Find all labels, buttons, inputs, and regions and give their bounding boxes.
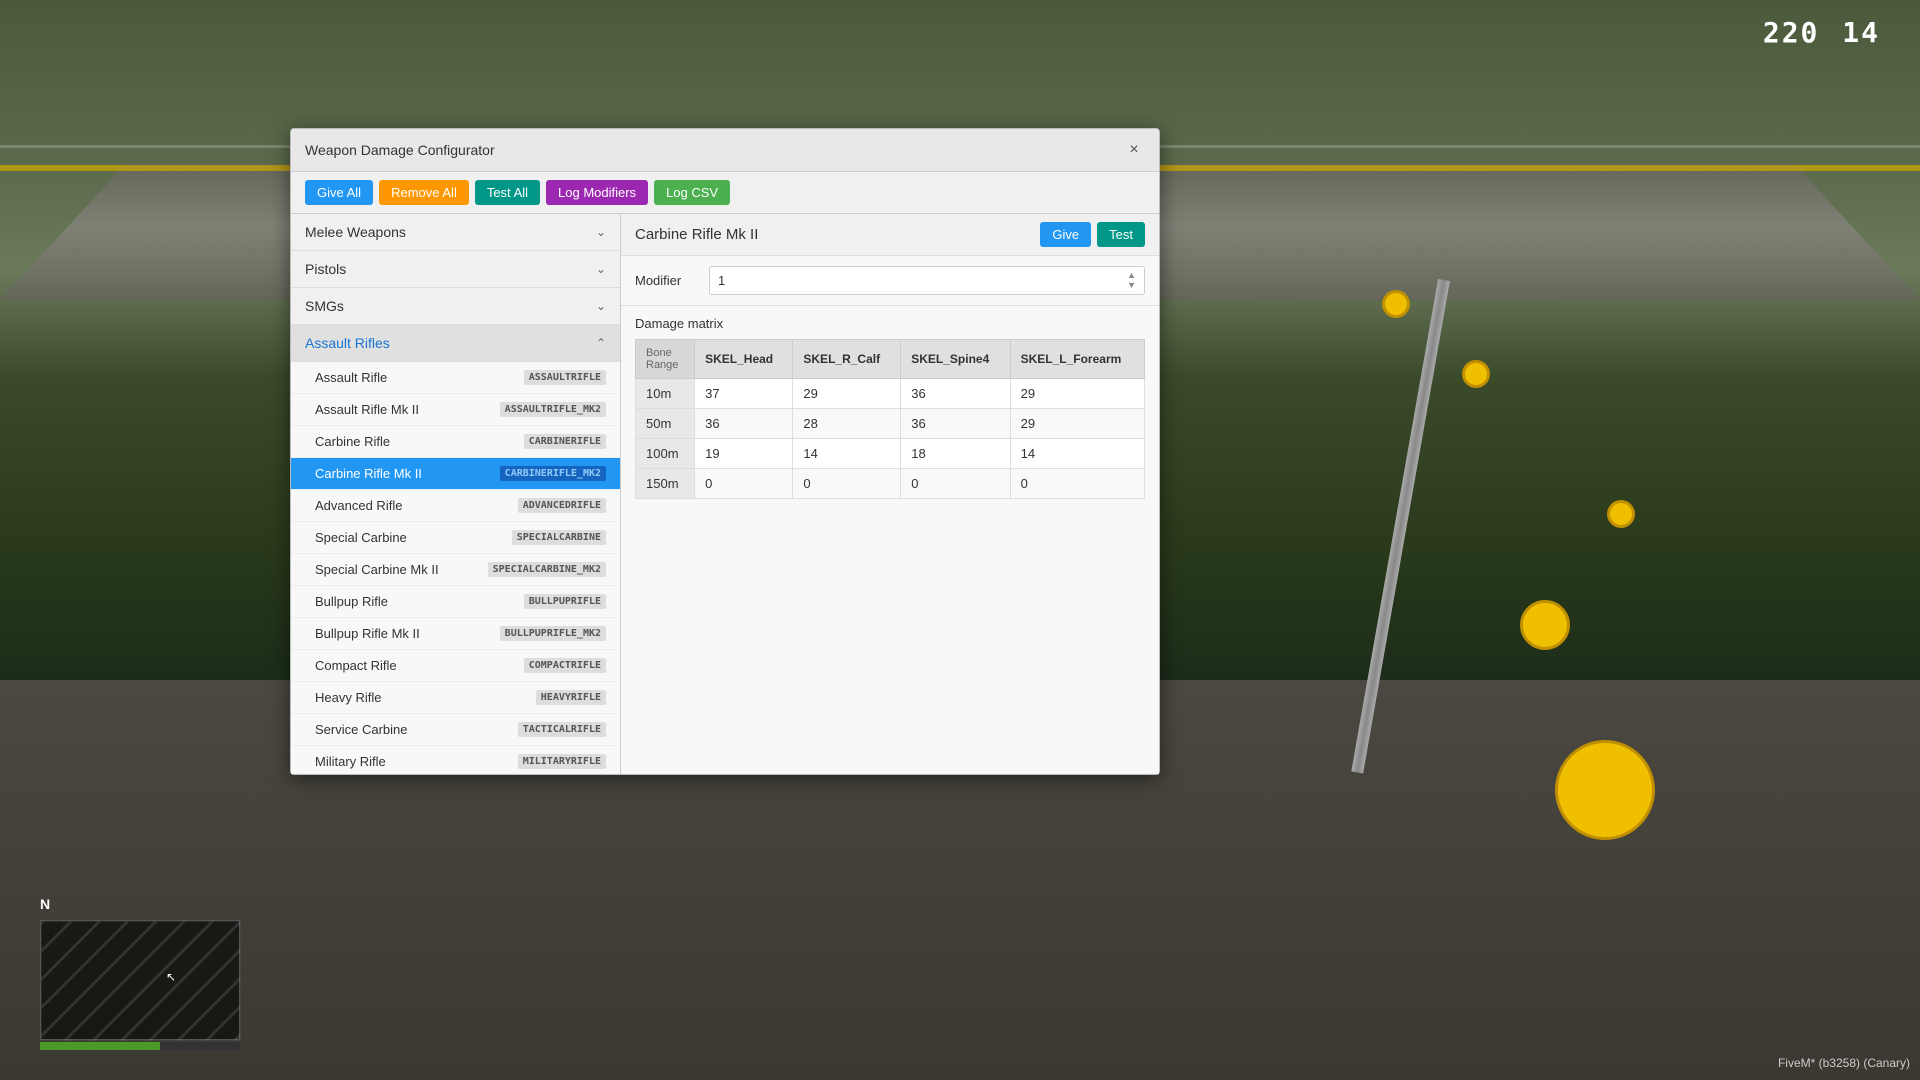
weapon-item-bullpup-rifle[interactable]: Bullpup Rifle BULLPUPRIFLE [291,586,620,618]
chevron-smgs-icon: ⌄ [596,299,606,313]
timer-value: 220 [1763,16,1820,49]
head-100m: 19 [695,439,793,469]
lforearm-100m: 14 [1010,439,1144,469]
decoration-dot-2 [1462,360,1490,388]
weapon-item-compact-rifle[interactable]: Compact Rifle COMPACTRIFLE [291,650,620,682]
rcalf-100m: 14 [793,439,901,469]
weapon-item-service-carbine[interactable]: Service Carbine TACTICALRIFLE [291,714,620,746]
spine4-150m: 0 [901,469,1010,499]
weapon-list: Melee Weapons ⌄ Pistols ⌄ SMGs ⌄ Assault… [291,214,621,774]
spine4-100m: 18 [901,439,1010,469]
damage-matrix-title: Damage matrix [635,316,1145,331]
weapon-item-heavy-rifle[interactable]: Heavy Rifle HEAVYRIFLE [291,682,620,714]
selected-weapon-name: Carbine Rifle Mk II [635,226,758,243]
minimap: ↖ [40,920,240,1040]
th-skel-r-calf: SKEL_R_Calf [793,340,901,379]
head-150m: 0 [695,469,793,499]
weapon-item-carbine-rifle-mk2[interactable]: Carbine Rifle Mk II CARBINERIFLE_MK2 [291,458,620,490]
damage-matrix-table: Bone Range SKEL_Head SKEL_R_Calf SKEL_Sp… [635,339,1145,499]
test-all-button[interactable]: Test All [475,180,540,205]
weapon-detail-panel: Carbine Rifle Mk II Give Test Modifier 1… [621,214,1159,774]
rcalf-10m: 29 [793,379,901,409]
chevron-pistols-icon: ⌄ [596,262,606,276]
lforearm-50m: 29 [1010,409,1144,439]
range-100m: 100m [636,439,695,469]
close-button[interactable]: × [1123,139,1145,161]
give-button[interactable]: Give [1040,222,1091,247]
modifier-up-icon[interactable]: ▲ [1127,271,1136,280]
spine4-50m: 36 [901,409,1010,439]
table-row: 100m 19 14 18 14 [636,439,1145,469]
th-skel-head: SKEL_Head [695,340,793,379]
weapon-item-special-carbine[interactable]: Special Carbine SPECIALCARBINE [291,522,620,554]
table-row: 50m 36 28 36 29 [636,409,1145,439]
table-row: 150m 0 0 0 0 [636,469,1145,499]
category-melee[interactable]: Melee Weapons ⌄ [291,214,620,251]
minimap-cursor: ↖ [166,970,176,984]
modifier-row: Modifier 1 ▲ ▼ [621,256,1159,306]
rcalf-50m: 28 [793,409,901,439]
log-modifiers-button[interactable]: Log Modifiers [546,180,648,205]
dialog-title-bar: Weapon Damage Configurator × [291,129,1159,172]
modifier-down-icon[interactable]: ▼ [1127,281,1136,290]
weapon-item-assault-rifle-mk2[interactable]: Assault Rifle Mk II ASSAULTRIFLE_MK2 [291,394,620,426]
rcalf-150m: 0 [793,469,901,499]
head-10m: 37 [695,379,793,409]
dialog-body: Melee Weapons ⌄ Pistols ⌄ SMGs ⌄ Assault… [291,214,1159,774]
weapon-item-carbine-rifle[interactable]: Carbine Rifle CARBINERIFLE [291,426,620,458]
lforearm-10m: 29 [1010,379,1144,409]
detail-actions: Give Test [1040,222,1145,247]
decoration-dot-1 [1382,290,1410,318]
weapon-item-special-carbine-mk2[interactable]: Special Carbine Mk II SPECIALCARBINE_MK2 [291,554,620,586]
weapon-item-advanced-rifle[interactable]: Advanced Rifle ADVANCEDRIFLE [291,490,620,522]
modifier-input-container[interactable]: 1 ▲ ▼ [709,266,1145,295]
chevron-assault-icon: ⌃ [596,336,606,350]
minimap-north: N [40,896,50,912]
hud-timer: 220 14 [1763,16,1880,49]
category-smgs[interactable]: SMGs ⌄ [291,288,620,325]
modifier-value: 1 [718,273,1127,288]
log-csv-button[interactable]: Log CSV [654,180,730,205]
spine4-10m: 36 [901,379,1010,409]
damage-matrix-body: 10m 37 29 36 29 50m 36 28 36 29 [636,379,1145,499]
dialog-title: Weapon Damage Configurator [305,142,495,158]
th-range: Bone Range [636,340,695,379]
chevron-melee-icon: ⌄ [596,225,606,239]
weapon-item-military-rifle[interactable]: Military Rifle MILITARYRIFLE [291,746,620,774]
modifier-label: Modifier [635,273,695,288]
detail-header: Carbine Rifle Mk II Give Test [621,214,1159,256]
range-150m: 150m [636,469,695,499]
modifier-spinners: ▲ ▼ [1127,271,1136,290]
range-10m: 10m [636,379,695,409]
category-assault-rifles[interactable]: Assault Rifles ⌃ [291,325,620,362]
th-skel-spine4: SKEL_Spine4 [901,340,1010,379]
th-skel-l-forearm: SKEL_L_Forearm [1010,340,1144,379]
category-pistols[interactable]: Pistols ⌄ [291,251,620,288]
table-row: 10m 37 29 36 29 [636,379,1145,409]
decoration-dot-4 [1520,600,1570,650]
damage-matrix-section: Damage matrix Bone Range SKEL_Head SKEL_… [621,306,1159,774]
lforearm-150m: 0 [1010,469,1144,499]
weapon-item-bullpup-rifle-mk2[interactable]: Bullpup Rifle Mk II BULLPUPRIFLE_MK2 [291,618,620,650]
give-all-button[interactable]: Give All [305,180,373,205]
timer-secondary: 14 [1842,16,1880,49]
fivem-info: FiveM* (b3258) (Canary) [1778,1056,1910,1070]
range-50m: 50m [636,409,695,439]
decoration-dot-3 [1607,500,1635,528]
test-button[interactable]: Test [1097,222,1145,247]
dialog-toolbar: Give All Remove All Test All Log Modifie… [291,172,1159,214]
remove-all-button[interactable]: Remove All [379,180,469,205]
minimap-display [41,921,241,1041]
health-fill [40,1042,160,1050]
head-50m: 36 [695,409,793,439]
weapon-damage-configurator-dialog: Weapon Damage Configurator × Give All Re… [290,128,1160,775]
health-bar [40,1042,240,1050]
weapon-item-assault-rifle[interactable]: Assault Rifle ASSAULTRIFLE [291,362,620,394]
decoration-dot-5 [1555,740,1655,840]
